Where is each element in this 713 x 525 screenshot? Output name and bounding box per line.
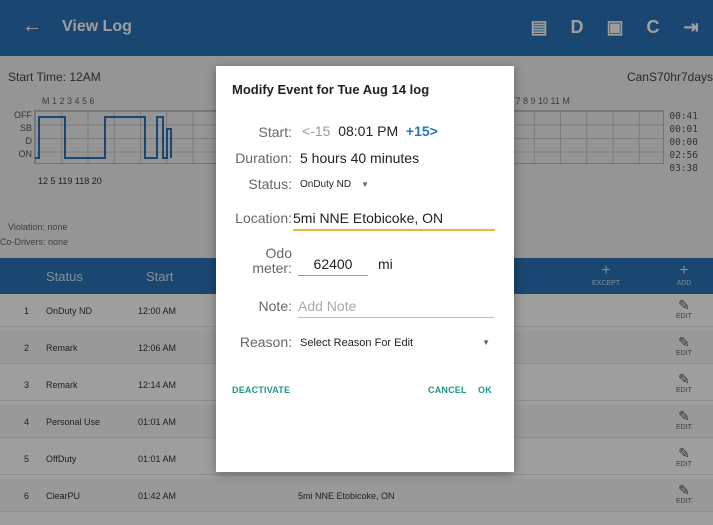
status-value: OnDuty ND	[300, 179, 352, 190]
location-field[interactable]: 5mi NNE Etobicoke, ON	[293, 210, 495, 231]
view-log-screen: ← View Log ▤ D ▣ C ⇥ Start Time: 12AM Ca…	[0, 0, 713, 525]
duration-label: Duration:	[235, 150, 292, 166]
duration-value: 5 hours 40 minutes	[300, 150, 420, 166]
status-dropdown[interactable]: OnDuty ND ▼	[300, 179, 369, 190]
start-time-value: 08:01 PM	[338, 123, 399, 139]
minus-15-label: -15	[310, 123, 331, 139]
caret-down-icon: ▼	[361, 180, 370, 189]
deactivate-button[interactable]: DEACTIVATE	[232, 385, 290, 395]
caret-down-icon: ▼	[482, 338, 490, 347]
plus-15-button[interactable]: +15>	[406, 123, 438, 139]
chevron-right-icon: >	[429, 123, 438, 139]
start-label: Start:	[258, 124, 292, 140]
odometer-label-line2: meter:	[252, 260, 292, 276]
odometer-label: Odo meter:	[216, 246, 292, 276]
location-label: Location:	[235, 210, 292, 226]
modify-event-dialog: Modify Event for Tue Aug 14 log Start: <…	[216, 66, 514, 472]
minus-15-button[interactable]: <-15	[302, 123, 330, 139]
note-label: Note:	[258, 298, 292, 314]
odometer-field[interactable]: 62400	[298, 256, 368, 276]
cancel-button[interactable]: CANCEL	[428, 385, 467, 395]
odometer-unit: mi	[378, 256, 393, 272]
reason-value: Select Reason For Edit	[300, 337, 414, 349]
note-field[interactable]: Add Note	[298, 298, 494, 318]
start-time-control: <-15 08:01 PM +15>	[302, 123, 438, 139]
ok-button[interactable]: OK	[478, 385, 492, 395]
status-label: Status:	[248, 176, 292, 192]
reason-dropdown[interactable]: Select Reason For Edit ▼	[300, 337, 496, 349]
chevron-left-icon: <	[302, 123, 311, 139]
odometer-label-line1: Odo	[265, 245, 292, 261]
dialog-title: Modify Event for Tue Aug 14 log	[232, 82, 430, 97]
plus-15-label: +15	[405, 123, 430, 139]
reason-label: Reason:	[239, 334, 292, 350]
